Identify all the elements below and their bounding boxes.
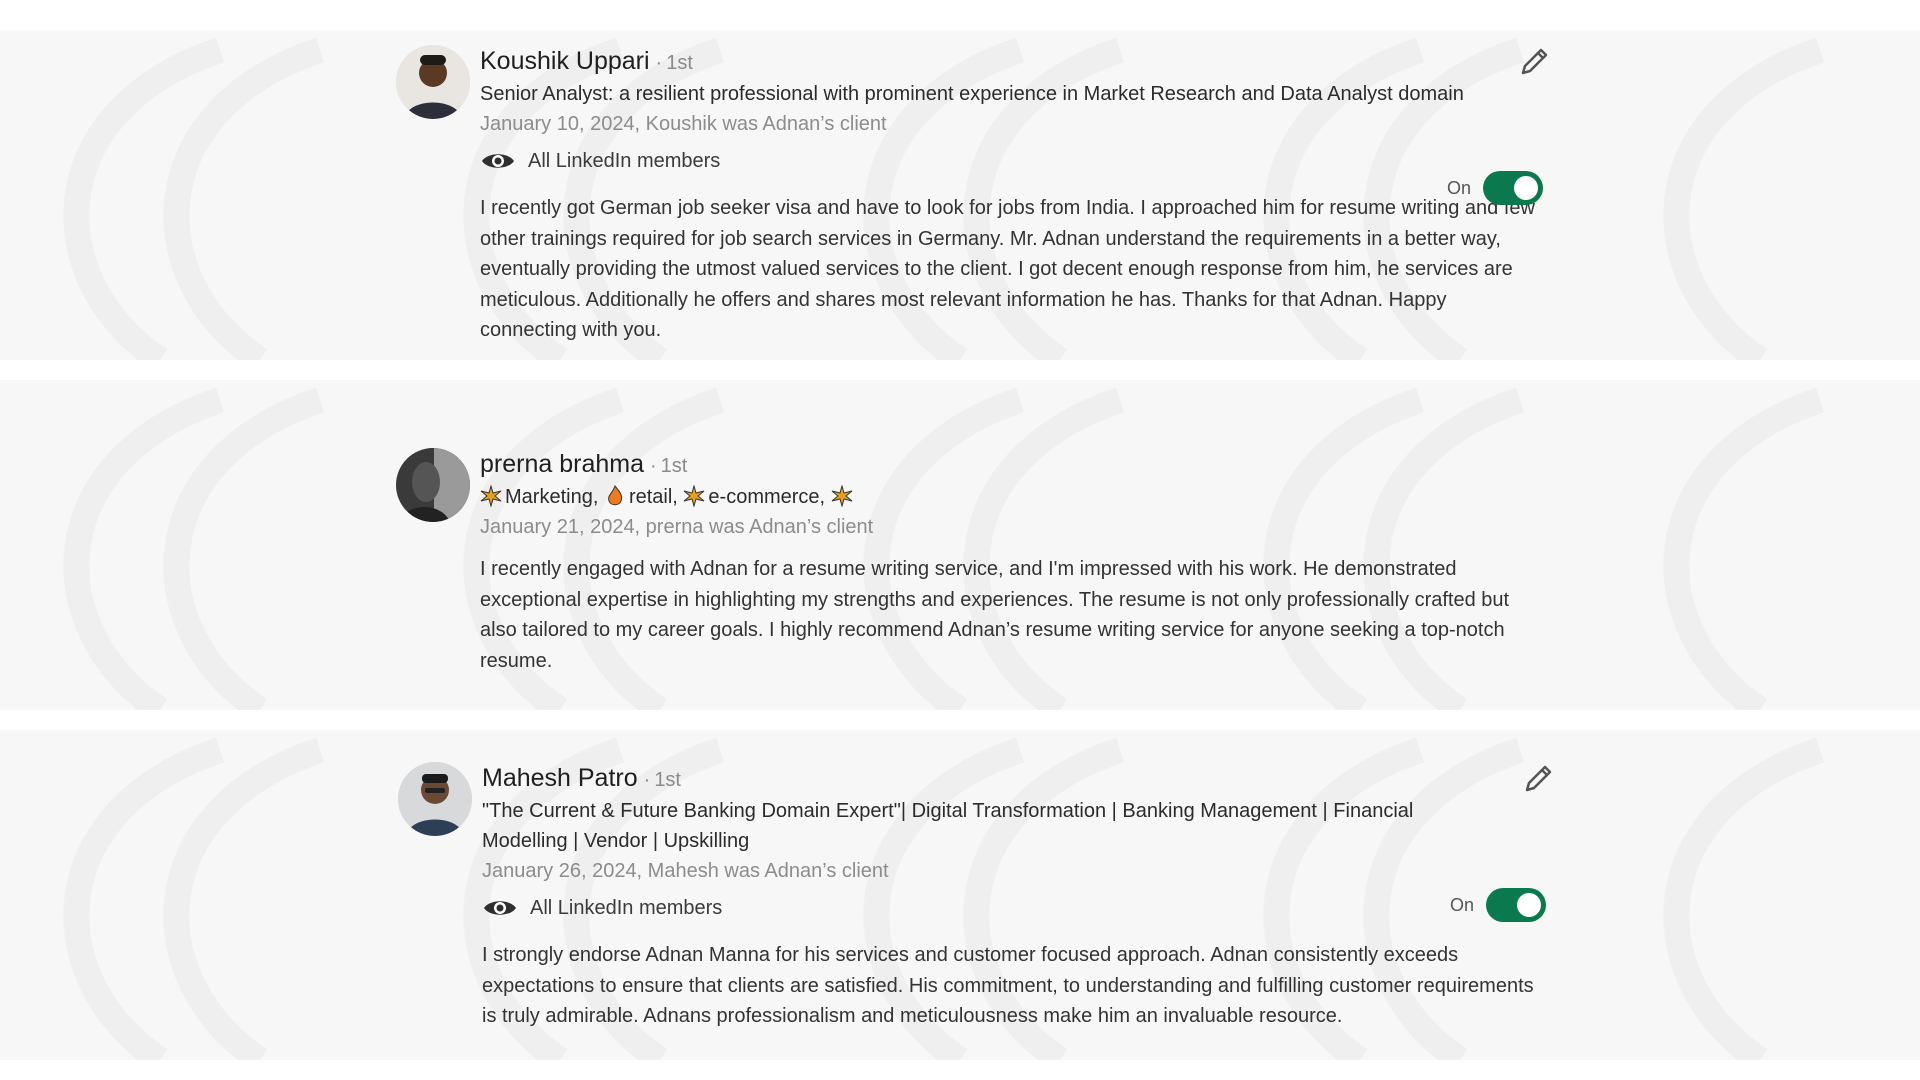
recommendation-card: prerna brahma · 1st Marketing, retail, e-c… xyxy=(390,448,1560,708)
recommendation-card: Mahesh Patro · 1st "The Current & Future B… xyxy=(390,762,1560,1062)
toggle-label: On xyxy=(1450,894,1475,915)
avatar[interactable] xyxy=(396,448,470,522)
toggle-knob xyxy=(1517,893,1542,917)
toggle-switch[interactable] xyxy=(1486,888,1547,922)
toggle-knob xyxy=(1514,176,1539,200)
avatar[interactable] xyxy=(398,762,472,836)
recommendation-date: January 26, 2024, Mahesh was Adnan’s cli… xyxy=(482,860,889,882)
separator-dot: · xyxy=(655,52,663,74)
recommendation-text: I recently engaged with Adnan for a resu… xyxy=(480,558,1510,672)
visibility-label: All LinkedIn members xyxy=(530,896,723,919)
recommendation-card: Koushik Uppari · 1st Senior Analyst: a res… xyxy=(390,45,1560,385)
recommender-headline: Marketing, retail, e-commerce, xyxy=(480,482,1480,512)
visibility-row: All LinkedIn members xyxy=(480,141,1480,181)
sparkle-icon xyxy=(831,485,852,507)
person-avatar-icon xyxy=(398,762,472,836)
recommender-headline: Senior Analyst: a resilient professional… xyxy=(480,83,1464,105)
recommender-name[interactable]: Koushik Uppari xyxy=(480,47,650,75)
headline-part-ecommerce: e-commerce, xyxy=(708,486,826,508)
toggle-switch[interactable] xyxy=(1483,171,1544,205)
visibility-toggle[interactable]: On xyxy=(1447,171,1544,205)
eye-icon xyxy=(484,901,516,915)
toggle-label: On xyxy=(1447,177,1472,198)
person-avatar-icon xyxy=(396,45,470,119)
separator-dot: · xyxy=(649,455,657,477)
pencil-icon[interactable] xyxy=(1521,762,1555,796)
headline-part-marketing: Marketing, xyxy=(505,486,599,508)
recommender-headline: "The Current & Future Banking Domain Exp… xyxy=(482,800,1414,852)
pencil-icon[interactable] xyxy=(1517,45,1551,79)
eye-icon xyxy=(482,154,514,168)
visibility-row: All LinkedIn members xyxy=(482,888,1482,928)
recommender-name[interactable]: prerna brahma xyxy=(480,450,644,478)
separator-dot: · xyxy=(643,769,651,791)
visibility-label: All LinkedIn members xyxy=(528,149,721,172)
connection-degree: 1st xyxy=(666,52,693,74)
recommendation-text: I recently got German job seeker visa an… xyxy=(480,197,1535,341)
connection-degree: 1st xyxy=(654,769,681,791)
recommendation-date: January 10, 2024, Koushik was Adnan’s cl… xyxy=(480,113,887,135)
recommender-name[interactable]: Mahesh Patro xyxy=(482,764,638,792)
fire-icon xyxy=(607,485,623,506)
avatar[interactable] xyxy=(396,45,470,119)
recommendation-text: I strongly endorse Adnan Manna for his s… xyxy=(482,944,1534,1027)
person-avatar-icon xyxy=(396,448,470,522)
visibility-toggle[interactable]: On xyxy=(1450,888,1547,922)
sparkle-icon xyxy=(480,485,502,507)
connection-degree: 1st xyxy=(660,455,688,477)
headline-part-retail: retail, xyxy=(628,486,678,508)
sparkle-icon xyxy=(684,485,705,507)
recommendation-date: January 21, 2024, prerna was Adnan’s cli… xyxy=(480,516,874,538)
